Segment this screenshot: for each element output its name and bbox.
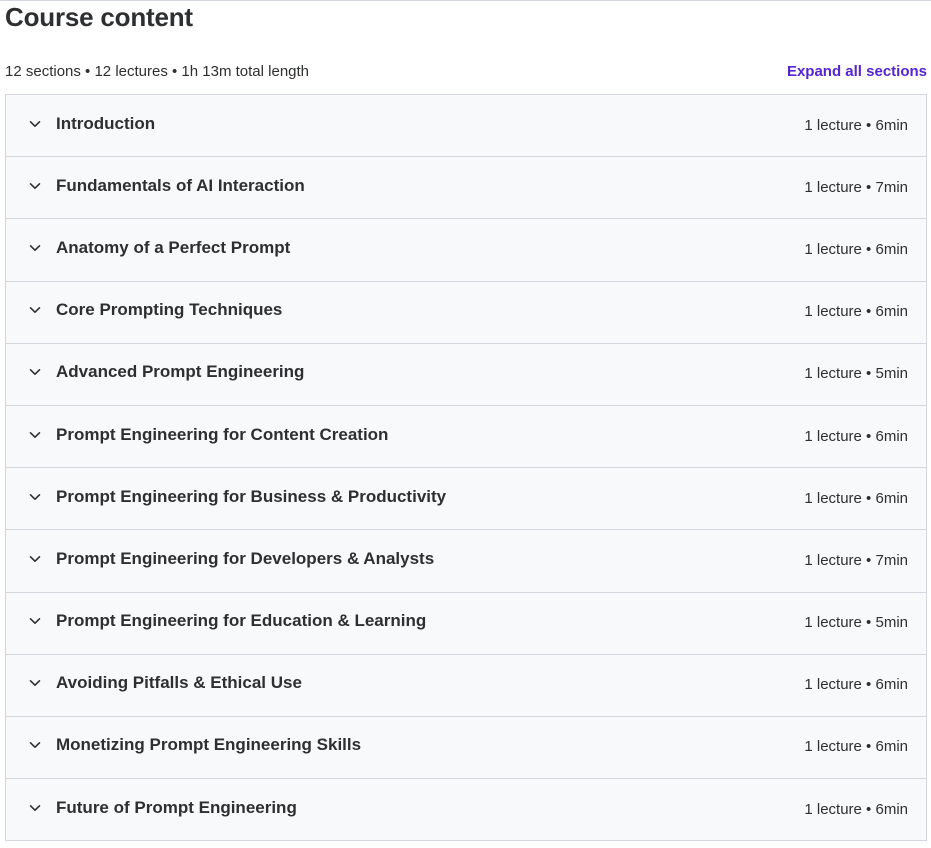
section-item[interactable]: Introduction 1 lecture • 6min	[6, 95, 926, 158]
section-item[interactable]: Anatomy of a Perfect Prompt 1 lecture • …	[6, 219, 926, 282]
section-meta: 1 lecture • 6min	[804, 738, 908, 756]
section-title: Future of Prompt Engineering	[56, 797, 297, 817]
section-meta: 1 lecture • 7min	[804, 551, 908, 569]
section-meta: 1 lecture • 6min	[804, 427, 908, 445]
chevron-down-icon	[29, 180, 41, 192]
chevron-down-icon	[29, 242, 41, 254]
section-meta: 1 lecture • 6min	[804, 116, 908, 134]
chevron-down-icon	[29, 366, 41, 378]
chevron-down-icon	[29, 491, 41, 503]
expand-all-sections-button[interactable]: Expand all sections	[787, 62, 927, 82]
page-title: Course content	[5, 2, 193, 32]
section-meta: 1 lecture • 7min	[804, 178, 908, 196]
chevron-down-icon	[29, 802, 41, 814]
section-meta: 1 lecture • 6min	[804, 240, 908, 258]
section-title: Fundamentals of AI Interaction	[56, 175, 305, 195]
chevron-down-icon	[29, 739, 41, 751]
section-title: Anatomy of a Perfect Prompt	[56, 237, 291, 257]
section-item[interactable]: Fundamentals of AI Interaction 1 lecture…	[6, 157, 926, 220]
section-item[interactable]: Advanced Prompt Engineering 1 lecture • …	[6, 343, 926, 406]
section-item[interactable]: Prompt Engineering for Business & Produc…	[6, 468, 926, 531]
section-item[interactable]: Prompt Engineering for Developers & Anal…	[6, 530, 926, 593]
chevron-down-icon	[29, 118, 41, 130]
sections-list: Introduction 1 lecture • 6min Fundamenta…	[5, 94, 927, 842]
course-summary-text: 12 sections • 12 lectures • 1h 13m total…	[5, 63, 310, 80]
chevron-down-icon	[29, 429, 41, 441]
section-meta: 1 lecture • 5min	[804, 614, 908, 632]
section-item[interactable]: Prompt Engineering for Education & Learn…	[6, 592, 926, 655]
chevron-down-icon	[29, 615, 41, 627]
course-summary-row: 12 sections • 12 lectures • 1h 13m total…	[5, 62, 927, 82]
section-meta: 1 lecture • 6min	[804, 489, 908, 507]
section-meta: 1 lecture • 6min	[804, 303, 908, 321]
chevron-down-icon	[29, 677, 41, 689]
section-title: Introduction	[56, 113, 156, 133]
section-item[interactable]: Prompt Engineering for Content Creation …	[6, 405, 926, 469]
section-title: Prompt Engineering for Content Creation	[56, 424, 389, 444]
section-item[interactable]: Monetizing Prompt Engineering Skills 1 l…	[6, 716, 926, 780]
section-item[interactable]: Avoiding Pitfalls & Ethical Use 1 lectur…	[6, 654, 926, 717]
section-title: Avoiding Pitfalls & Ethical Use	[56, 673, 302, 693]
section-title: Prompt Engineering for Education & Learn…	[56, 611, 427, 631]
section-title: Core Prompting Techniques	[56, 300, 283, 320]
section-title: Prompt Engineering for Business & Produc…	[56, 486, 447, 506]
section-item[interactable]: Future of Prompt Engineering 1 lecture •…	[6, 779, 926, 842]
section-meta: 1 lecture • 6min	[804, 676, 908, 694]
chevron-down-icon	[29, 553, 41, 565]
section-title: Monetizing Prompt Engineering Skills	[56, 735, 362, 755]
section-title: Prompt Engineering for Developers & Anal…	[56, 548, 435, 568]
section-meta: 1 lecture • 6min	[804, 800, 908, 818]
section-title: Advanced Prompt Engineering	[56, 362, 305, 382]
section-meta: 1 lecture • 5min	[804, 365, 908, 383]
chevron-down-icon	[29, 304, 41, 316]
section-item[interactable]: Core Prompting Techniques 1 lecture • 6m…	[6, 281, 926, 344]
